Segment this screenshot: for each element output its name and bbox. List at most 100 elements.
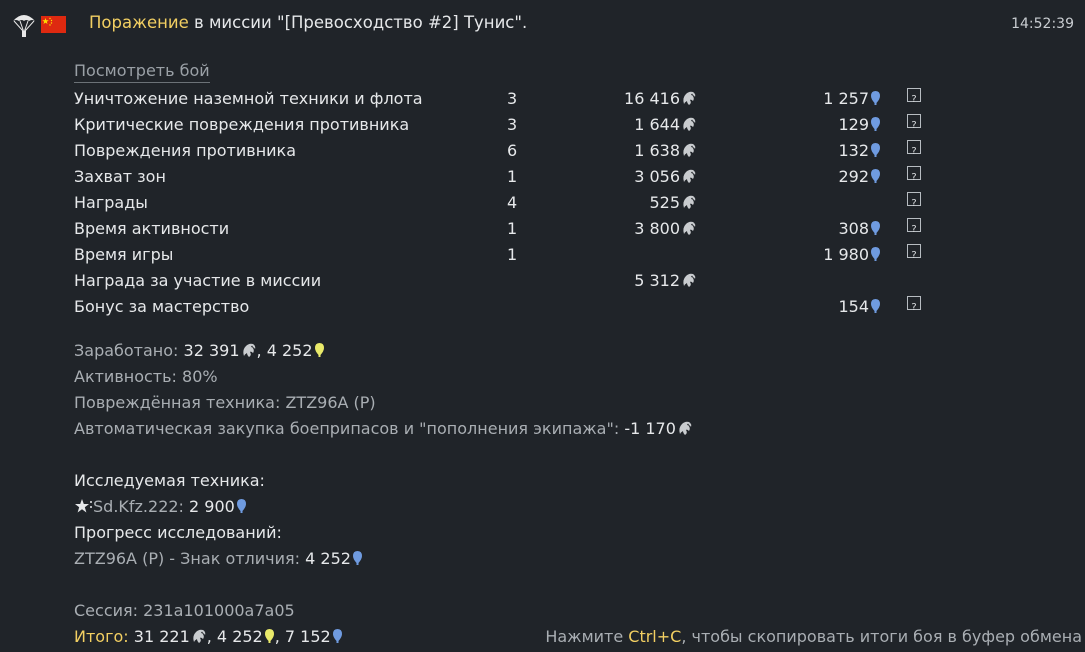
silver-lions-icon	[191, 628, 207, 650]
help-icon[interactable]: ?	[907, 166, 921, 183]
research-points-icon	[870, 168, 881, 190]
reward-count: 3	[507, 115, 518, 134]
reward-count: 1	[507, 245, 518, 264]
reward-row: Критические повреждения противника 3 1 644…	[0, 114, 1085, 140]
activity-value: 80%	[182, 367, 218, 386]
reward-rp-value: 1 257	[823, 89, 869, 108]
reward-count: 4	[507, 193, 518, 212]
help-icon[interactable]: ?	[907, 114, 921, 131]
mission-result-title: Поражение в миссии "[Превосходство #2] Т…	[89, 13, 527, 32]
research-points-icon	[332, 628, 343, 650]
copy-hint-prefix: Нажмите	[545, 627, 629, 646]
reward-rp: 292	[838, 166, 881, 190]
reward-rp-value: 154	[838, 297, 869, 316]
researched-vehicle-line: Sd.Kfz.222: 2 900	[74, 496, 247, 520]
silver-lions-icon	[677, 420, 693, 442]
research-points-icon	[870, 142, 881, 164]
mission-text: в миссии "[Превосходство #2] Тунис".	[188, 13, 528, 32]
earned-line: Заработано: 32 391, 4 252	[74, 340, 325, 364]
progress-line: ZTZ96A (P) - Знак отличия: 4 252	[74, 548, 363, 572]
convertible-rp-icon	[314, 342, 325, 364]
damaged-value: ZTZ96A (P)	[285, 393, 376, 412]
damaged-label: Повреждённая техника:	[74, 393, 281, 412]
help-icon[interactable]: ?	[907, 244, 921, 261]
help-icon[interactable]: ?	[907, 218, 921, 235]
reward-sl: 3 056	[634, 166, 697, 190]
reward-sl: 3 800	[634, 218, 697, 242]
reward-sl-value: 5 312	[634, 271, 680, 290]
silver-lions-icon	[681, 220, 697, 242]
reward-sl-value: 1 638	[634, 141, 680, 160]
reward-sl-value: 3 056	[634, 167, 680, 186]
convertible-rp-icon	[264, 628, 275, 650]
reward-rp: 1 257	[823, 88, 881, 112]
reward-label: Время игры	[74, 245, 174, 264]
reward-label: Бонус за мастерство	[74, 297, 250, 316]
view-battle-link[interactable]: Посмотреть бой	[74, 61, 210, 83]
battle-result-header: Поражение в миссии "[Превосходство #2] Т…	[0, 0, 1085, 46]
help-icon[interactable]: ?	[907, 296, 921, 313]
reward-row: Бонус за мастерство 154?	[0, 296, 1085, 322]
copy-hint: Нажмите Ctrl+C, чтобы скопировать итоги …	[545, 626, 1082, 648]
progress-heading: Прогресс исследований:	[74, 523, 282, 542]
reward-rp-value: 129	[838, 115, 869, 134]
total-label: Итого:	[74, 627, 129, 646]
reward-label: Захват зон	[74, 167, 166, 186]
parachute-icon	[12, 12, 36, 38]
china-flag-icon	[41, 16, 66, 33]
copy-hint-suffix: , чтобы скопировать итоги боя в буфер об…	[681, 627, 1082, 646]
reward-sl-value: 16 416	[624, 89, 680, 108]
reward-label: Время активности	[74, 219, 230, 238]
research-points-icon	[870, 298, 881, 320]
reward-rp-value: 292	[838, 167, 869, 186]
copy-hint-keys: Ctrl+C	[628, 627, 682, 646]
silver-lions-icon	[681, 116, 697, 138]
reward-sl: 5 312	[634, 270, 697, 294]
progress-label: ZTZ96A (P) - Знак отличия:	[74, 549, 301, 568]
timestamp: 14:52:39	[1011, 16, 1074, 32]
total-sl-value: 31 221	[133, 627, 190, 646]
silver-lions-icon	[681, 168, 697, 190]
reward-row: Награда за участие в миссии 5 312	[0, 270, 1085, 296]
research-points-icon	[352, 550, 363, 572]
reward-row: Награды 4 525?	[0, 192, 1085, 218]
earned-label: Заработано:	[74, 341, 179, 360]
reward-sl: 525	[649, 192, 697, 216]
research-points-icon	[870, 220, 881, 242]
reward-rp: 154	[838, 296, 881, 320]
reward-rp: 308	[838, 218, 881, 242]
separator: ,	[206, 627, 217, 646]
reward-rp-value: 1 980	[823, 245, 869, 264]
progress-value: 4 252	[305, 549, 351, 568]
reward-count: 1	[507, 219, 518, 238]
session-value: 231a101000a7a05	[143, 601, 295, 620]
reward-row: Захват зон 1 3 056 292?	[0, 166, 1085, 192]
session-line: Сессия: 231a101000a7a05	[74, 600, 295, 622]
reward-label: Критические повреждения противника	[74, 115, 410, 134]
reward-rp: 132	[838, 140, 881, 164]
reward-sl: 16 416	[624, 88, 697, 112]
reward-sl-value: 525	[649, 193, 680, 212]
researched-vehicle-rp: 2 900	[189, 497, 235, 516]
star-icon	[75, 498, 93, 520]
reward-label: Награда за участие в миссии	[74, 271, 322, 290]
silver-lions-icon	[681, 142, 697, 164]
help-icon[interactable]: ?	[907, 192, 921, 209]
reward-label: Награды	[74, 193, 148, 212]
autobuy-label: Автоматическая закупка боеприпасов и "по…	[74, 419, 620, 438]
reward-rp: 1 980	[823, 244, 881, 268]
reward-sl-value: 1 644	[634, 115, 680, 134]
separator: ,	[256, 341, 267, 360]
help-icon[interactable]: ?	[907, 140, 921, 157]
silver-lions-icon	[681, 272, 697, 294]
research-points-icon	[870, 246, 881, 268]
silver-lions-icon	[681, 194, 697, 216]
total-rp-value: 7 152	[284, 627, 331, 646]
reward-count: 1	[507, 167, 518, 186]
help-icon[interactable]: ?	[907, 88, 921, 105]
reward-row: Время активности 1 3 800 308?	[0, 218, 1085, 244]
reward-sl: 1 638	[634, 140, 697, 164]
reward-count: 3	[507, 89, 518, 108]
reward-label: Уничтожение наземной техники и флота	[74, 89, 423, 108]
total-line: Итого: 31 221, 4 252, 7 152	[74, 626, 343, 650]
